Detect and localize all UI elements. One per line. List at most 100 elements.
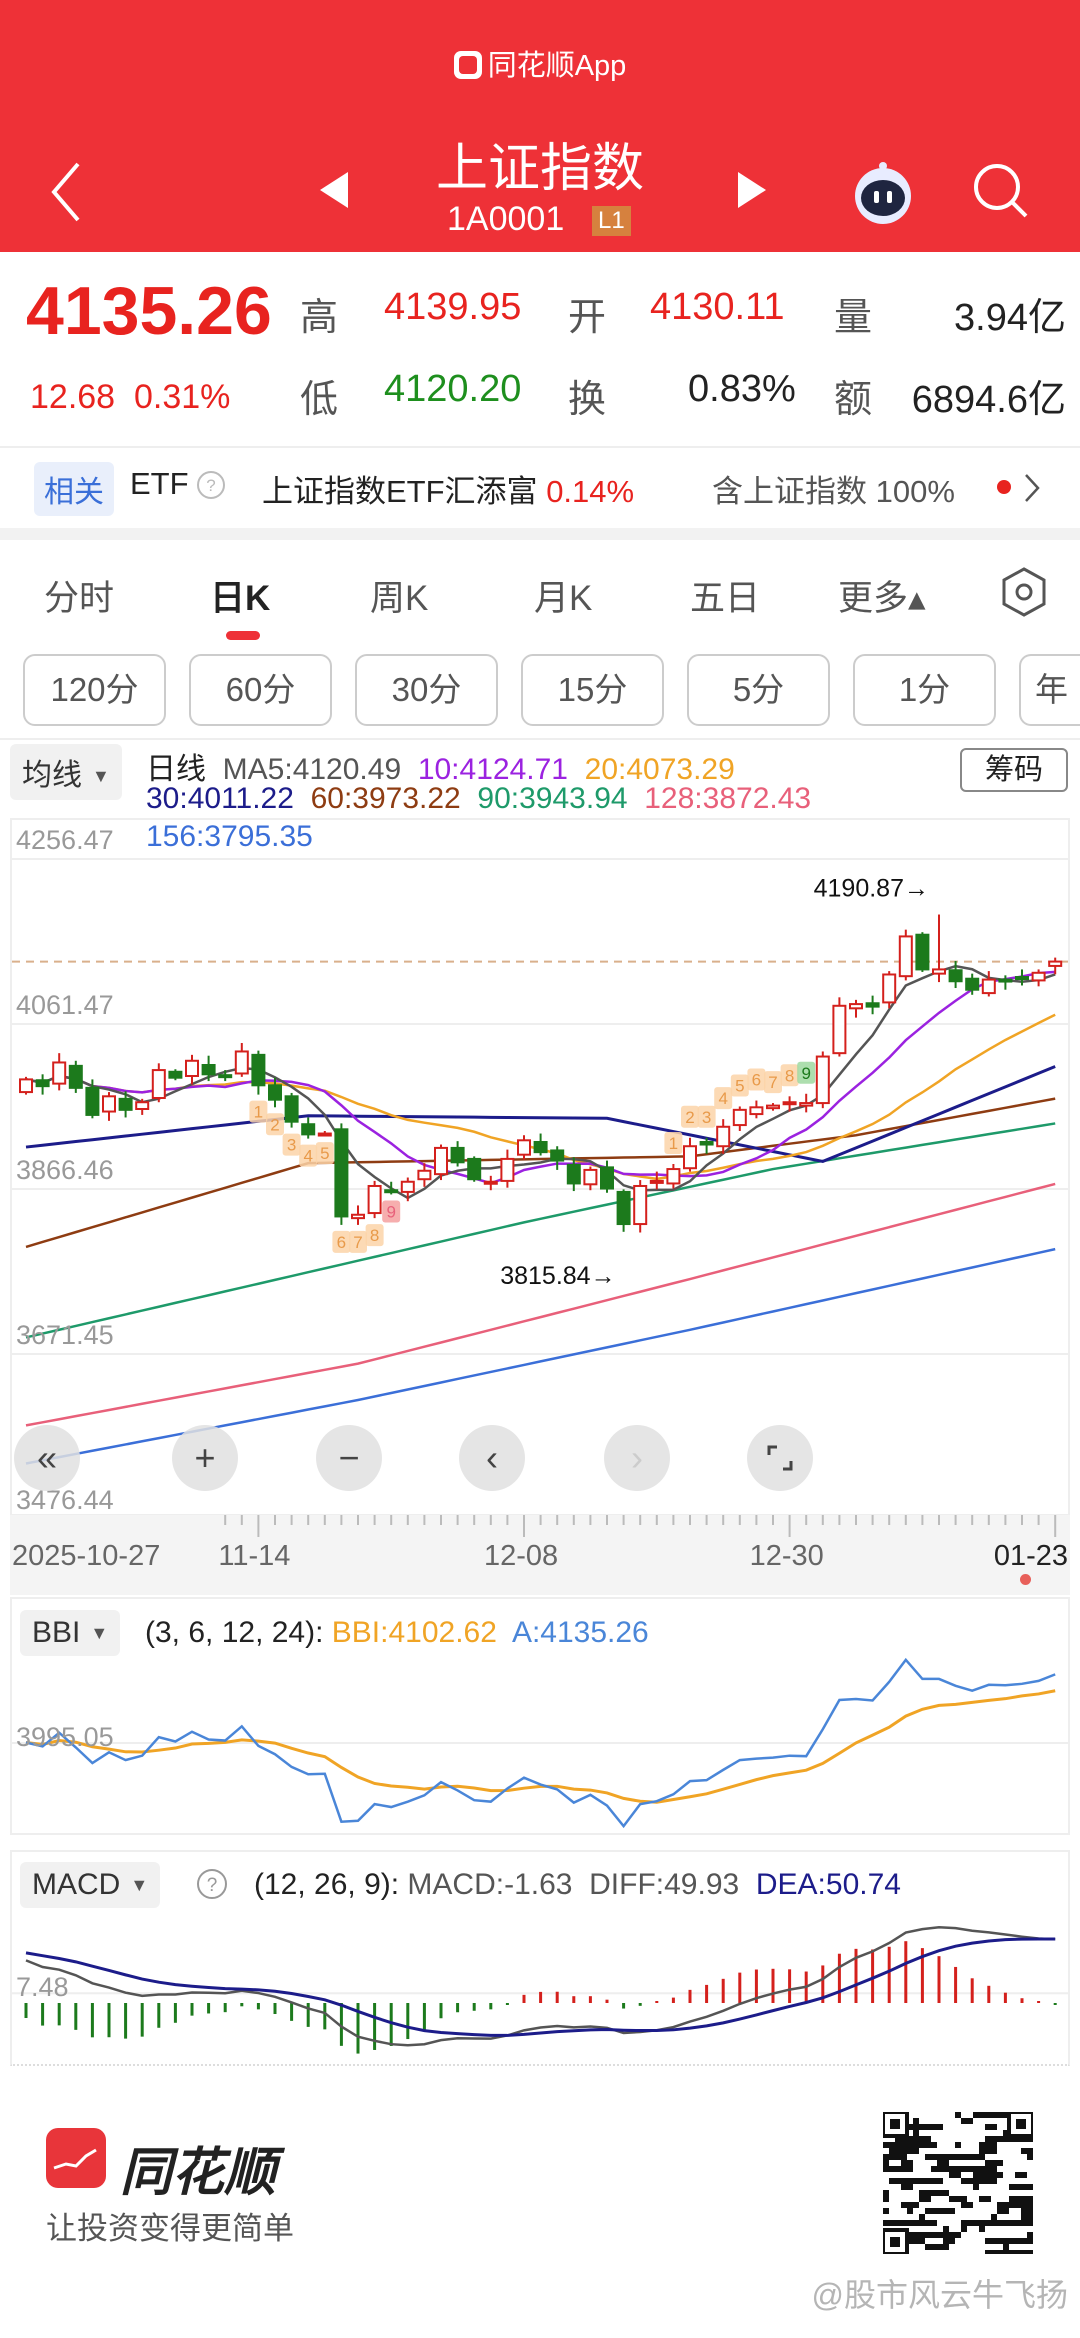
qr-module <box>979 2148 985 2154</box>
qr-module <box>985 2250 991 2254</box>
qr-module <box>1021 2214 1027 2220</box>
footer-brand: 同花顺 <box>120 2144 277 2202</box>
qr-module <box>943 2232 949 2238</box>
qr-module <box>973 2184 979 2190</box>
qr-module <box>961 2118 967 2124</box>
qr-module <box>961 2202 967 2208</box>
qr-module <box>985 2178 991 2184</box>
macd-bar <box>671 1997 675 2003</box>
qr-module <box>913 2124 919 2130</box>
macd-bar <box>323 2003 327 2030</box>
qr-module <box>979 2226 985 2232</box>
macd-chart <box>12 1926 1068 2054</box>
qr-module <box>961 2166 967 2172</box>
qr-module <box>1015 2250 1021 2254</box>
qr-module <box>913 2220 919 2226</box>
qr-module <box>979 2172 985 2178</box>
qr-module <box>919 2196 925 2202</box>
qr-module <box>913 2178 919 2184</box>
qr-module <box>949 2232 955 2238</box>
qr-module <box>997 2250 1003 2254</box>
macd-bar <box>721 1978 725 2003</box>
qr-module <box>895 2154 901 2160</box>
qr-module <box>925 2196 931 2202</box>
qr-module <box>949 2238 955 2244</box>
qr-module <box>901 2160 907 2166</box>
macd-bar <box>223 2003 227 2013</box>
macd-bar <box>954 1966 958 2003</box>
qr-module <box>919 2190 925 2196</box>
macd-bar <box>190 2003 194 2016</box>
qr-module <box>985 2112 991 2118</box>
qr-module <box>961 2220 967 2226</box>
qr-module <box>913 2136 919 2142</box>
qr-module <box>1003 2220 1009 2226</box>
qr-module <box>883 2196 889 2202</box>
ths-brand-logo-icon <box>46 2128 106 2188</box>
qr-module <box>997 2160 1003 2166</box>
qr-module <box>991 2160 997 2166</box>
macd-bar <box>456 2003 460 2013</box>
qr-module <box>919 2178 925 2184</box>
qr-module <box>883 2220 889 2226</box>
macd-bar <box>1053 2003 1057 2005</box>
qr-module <box>925 2232 931 2238</box>
qr-module <box>1009 2184 1015 2190</box>
qr-module <box>901 2166 907 2172</box>
qr-module <box>973 2172 979 2178</box>
qr-module <box>949 2166 955 2172</box>
macd-bar <box>472 2003 476 2011</box>
qr-module <box>985 2196 991 2202</box>
qr-module <box>955 2142 961 2148</box>
macd-bar <box>705 1984 709 2003</box>
macd-bar <box>273 2003 277 2015</box>
qr-module <box>1009 2238 1015 2244</box>
qr-module <box>937 2244 943 2250</box>
qr-module <box>931 2208 937 2214</box>
qr-module <box>907 2148 913 2154</box>
qr-module <box>991 2124 997 2130</box>
qr-module <box>937 2178 943 2184</box>
qr-module <box>907 2208 913 2214</box>
qr-module <box>973 2154 979 2160</box>
qr-module <box>931 2190 937 2196</box>
qr-module <box>943 2238 949 2244</box>
qr-module <box>925 2208 931 2214</box>
macd-bar <box>688 1989 692 2003</box>
qr-module <box>1009 2202 1015 2208</box>
qr-module <box>943 2166 949 2172</box>
qr-module <box>901 2148 907 2154</box>
qr-module <box>955 2154 961 2160</box>
macd-bar <box>207 2003 211 2014</box>
qr-module <box>913 2238 919 2244</box>
qr-module <box>991 2214 997 2220</box>
qr-module <box>901 2220 907 2226</box>
qr-module <box>1021 2238 1027 2244</box>
qr-module <box>895 2142 901 2148</box>
qr-module <box>961 2178 967 2184</box>
qr-module <box>1027 2154 1033 2160</box>
qr-module <box>931 2232 937 2238</box>
qr-module <box>883 2166 889 2172</box>
qr-module <box>991 2136 997 2142</box>
qr-module <box>985 2148 991 2154</box>
dea-line <box>25 1937 1056 2037</box>
macd-bar <box>1037 2001 1041 2003</box>
qr-module <box>907 2160 913 2166</box>
qr-module <box>997 2202 1003 2208</box>
qr-module <box>1015 2202 1021 2208</box>
qr-module <box>925 2220 931 2226</box>
qr-module <box>925 2136 931 2142</box>
qr-module <box>1027 2208 1033 2214</box>
qr-module <box>931 2244 937 2250</box>
qr-module <box>1021 2196 1027 2202</box>
macd-bar <box>588 1996 592 2003</box>
qr-module <box>901 2184 907 2190</box>
qr-module <box>1003 2250 1009 2254</box>
qr-module <box>913 2118 919 2124</box>
qr-module <box>1027 2202 1033 2208</box>
qr-module <box>925 2190 931 2196</box>
qr-module <box>919 2232 925 2238</box>
qr-module <box>1021 2184 1027 2190</box>
qr-module <box>1021 2148 1027 2154</box>
